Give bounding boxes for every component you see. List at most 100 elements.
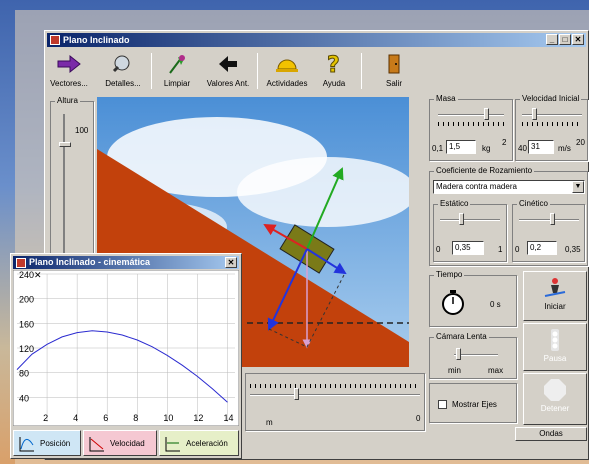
altura-value: 100 xyxy=(75,126,89,135)
mostrar-ejes-checkbox[interactable] xyxy=(438,400,447,409)
x-tick-label: 2 xyxy=(43,413,48,423)
velocidad-unit: m/s xyxy=(558,144,571,153)
detalles-label: Detalles... xyxy=(105,79,141,88)
app-icon xyxy=(16,258,26,268)
tab-velocidad[interactable]: Velocidad xyxy=(83,430,157,456)
pausa-label: Pausa xyxy=(543,354,567,363)
velocidad-slider-thumb[interactable] xyxy=(532,108,537,120)
velocity-graph-icon xyxy=(89,437,104,452)
velocidad-input[interactable]: 31 xyxy=(528,140,554,154)
material-select-value: Madera contra madera xyxy=(436,182,517,191)
estatico-max: 1 xyxy=(498,245,503,254)
limpiar-button[interactable]: Limpiar xyxy=(159,49,195,93)
masa-max: 2 xyxy=(502,138,507,147)
traffic-light-icon xyxy=(551,329,559,351)
maximize-button[interactable]: □ xyxy=(559,34,571,45)
close-button[interactable]: ✕ xyxy=(225,257,237,268)
altura-slider[interactable] xyxy=(63,114,65,274)
camara-label: Cámara Lenta xyxy=(434,332,489,341)
ayuda-button[interactable]: ? Ayuda xyxy=(319,49,349,93)
estatico-slider-thumb[interactable] xyxy=(459,213,464,225)
y-tick-label: 200 xyxy=(19,295,34,305)
detalles-button[interactable]: Detalles... xyxy=(101,49,145,93)
masa-slider-thumb[interactable] xyxy=(484,108,490,120)
camara-min: min xyxy=(448,366,461,375)
close-button[interactable]: ✕ xyxy=(572,34,584,45)
distance-group: m 0 xyxy=(245,373,425,431)
material-select[interactable]: Madera contra madera ▼ xyxy=(433,180,585,194)
estatico-slider[interactable] xyxy=(440,219,500,221)
tiempo-label: Tiempo xyxy=(434,270,465,279)
cinetico-min: 0 xyxy=(515,245,520,254)
detener-button[interactable]: Detener xyxy=(523,373,587,425)
broom-icon xyxy=(169,55,185,74)
masa-label: Masa xyxy=(434,94,458,103)
position-graph-icon xyxy=(19,437,34,452)
masa-slider[interactable] xyxy=(438,114,504,116)
toolbar-separator xyxy=(361,53,362,89)
rozamiento-group: Coeficiente de Rozamiento Madera contra … xyxy=(429,166,588,266)
distance-value: 0 xyxy=(416,414,421,423)
distance-slider-thumb[interactable] xyxy=(294,388,299,400)
distance-unit: m xyxy=(266,418,273,427)
pausa-button[interactable]: Pausa xyxy=(523,323,587,371)
tiempo-group: Tiempo 0 s xyxy=(429,270,517,327)
x-tick-label: 14 xyxy=(223,413,233,423)
velocidad-slider[interactable] xyxy=(522,114,582,116)
acceleration-graph-icon xyxy=(165,437,180,452)
title-bar: Plano Inclinado _ □ ✕ xyxy=(47,33,586,47)
estatico-input[interactable]: 0,35 xyxy=(452,241,484,255)
cinetico-slider-thumb[interactable] xyxy=(550,213,555,225)
cinetico-max: 0,35 xyxy=(565,245,581,254)
cinetico-input[interactable]: 0,2 xyxy=(527,241,557,255)
tab-posicion-label: Posición xyxy=(40,439,71,448)
tab-aceleracion[interactable]: Aceleración xyxy=(159,430,239,456)
salir-label: Salir xyxy=(385,79,402,88)
ondas-button[interactable]: Ondas xyxy=(515,427,587,441)
iniciar-button[interactable]: Iniciar xyxy=(523,271,587,321)
altura-slider-thumb[interactable] xyxy=(59,142,71,147)
vectores-button[interactable]: Vectores... xyxy=(49,49,89,93)
vectores-label: Vectores... xyxy=(50,79,88,88)
tiempo-value: 0 s xyxy=(490,300,501,309)
cinematica-title: Plano Inclinado - cinemática xyxy=(29,257,151,267)
velocidad-label: Velocidad Inicial xyxy=(520,94,582,103)
toolbar-separator xyxy=(257,53,258,89)
iniciar-label: Iniciar xyxy=(544,302,566,311)
mostrar-ejes-group: Mostrar Ejes xyxy=(429,383,517,423)
cinetico-label: Cinético xyxy=(517,199,550,208)
cinematica-window: Plano Inclinado - cinemática ✕ 40 80 120 16… xyxy=(10,253,242,459)
actividades-button[interactable]: Actividades xyxy=(261,49,313,93)
toolbar-separator xyxy=(151,53,152,89)
stop-sign-icon xyxy=(544,379,566,401)
magnifier-icon xyxy=(112,55,130,73)
estatico-group: Estático 0 0,35 1 xyxy=(433,199,507,262)
arrow-right-icon xyxy=(57,54,81,74)
minimize-button[interactable]: _ xyxy=(546,34,558,45)
valores-ant-label: Valores Ant. xyxy=(206,79,250,88)
distance-slider[interactable] xyxy=(250,394,420,396)
position-chart: 40 80 120 160 200 240✕ 2 4 6 8 10 12 14 xyxy=(13,270,239,426)
detener-label: Detener xyxy=(540,404,570,413)
masa-unit: kg xyxy=(482,144,491,153)
salir-button[interactable]: Salir xyxy=(379,49,409,93)
door-exit-icon xyxy=(388,54,400,74)
x-tick-label: 10 xyxy=(163,413,173,423)
window-title: Plano Inclinado xyxy=(63,35,130,45)
velocidad-ticks xyxy=(522,122,582,126)
masa-input[interactable]: 1,5 xyxy=(446,140,476,154)
estatico-label: Estático xyxy=(438,199,471,208)
rozamiento-label: Coeficiente de Rozamiento xyxy=(434,166,535,175)
x-tick-label: 4 xyxy=(73,413,78,423)
chevron-down-icon[interactable]: ▼ xyxy=(572,181,584,193)
tab-posicion[interactable]: Posición xyxy=(13,430,81,456)
tab-aceleracion-label: Aceleración xyxy=(186,439,228,448)
y-tick-label: 120 xyxy=(19,344,34,354)
toolbar: Vectores... Detalles... Limpiar Valores … xyxy=(45,49,589,95)
camara-slider-thumb[interactable] xyxy=(456,348,461,360)
ayuda-label: Ayuda xyxy=(322,79,346,88)
limpiar-label: Limpiar xyxy=(163,79,191,88)
y-tick-label: 40 xyxy=(19,393,29,403)
cinetico-slider[interactable] xyxy=(519,219,579,221)
valores-ant-button[interactable]: Valores Ant. xyxy=(203,49,253,93)
